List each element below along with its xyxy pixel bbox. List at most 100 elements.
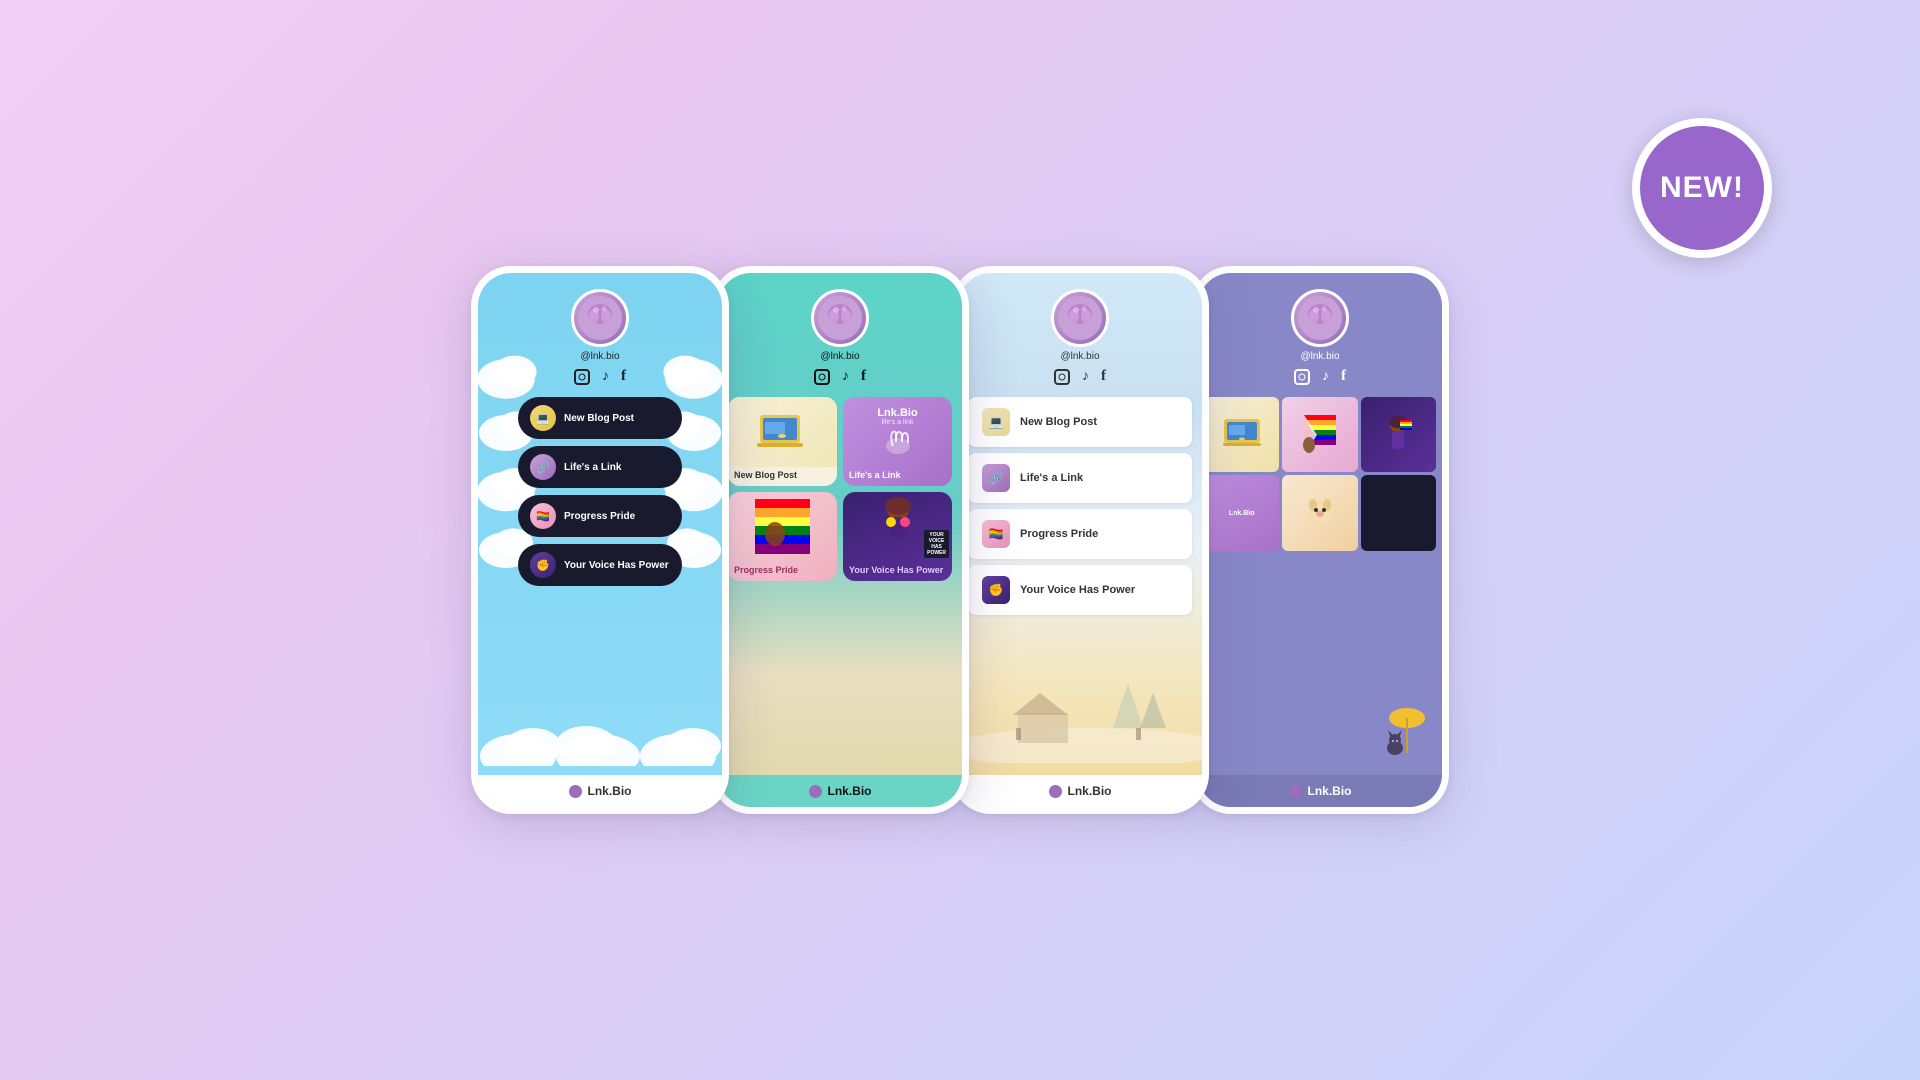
phone-1-wrapper: @lnk.bio ♪ f 💻 New Blog (471, 266, 729, 814)
phone-2-inner: @lnk.bio ♪ f (718, 273, 962, 807)
phone-2-avatar-row: @lnk.bio ♪ f (811, 289, 869, 385)
dog-icon (1302, 495, 1338, 531)
cat-umbrella-icon (1377, 698, 1432, 758)
grid-item-pride-label: Progress Pride (728, 562, 837, 581)
list-label-lifeslink: Life's a Link (1020, 472, 1083, 484)
blog-laptop-icon (755, 410, 810, 455)
link-btn-label-4: Your Voice Has Power (564, 560, 669, 571)
facebook-icon-1[interactable]: f (621, 368, 626, 385)
voice-sign: YOURVOICEHASPOWER (924, 530, 949, 558)
phone-4-inner: @lnk.bio ♪ f (1198, 273, 1442, 807)
list-icon-blog: 💻 (982, 408, 1010, 436)
phone-3-avatar-row: @lnk.bio ♪ f (1051, 289, 1109, 385)
page-background: NEW! (0, 0, 1920, 1080)
pride-flag-icon (755, 499, 810, 554)
woman-icon (873, 497, 923, 557)
link-btn-label-2: Life's a Link (564, 462, 621, 473)
footer-dot-4 (1289, 785, 1302, 798)
list-label-blog: New Blog Post (1020, 416, 1097, 428)
phone-3-inner: @lnk.bio ♪ f 💻 New Blog (958, 273, 1202, 807)
phone-4-footer-label: Lnk.Bio (1308, 784, 1352, 798)
gallery-item-5[interactable] (1282, 475, 1357, 550)
phone-1-link-buttons: 💻 New Blog Post 🔗 Life's a Link 🏳️‍🌈 Pro… (518, 397, 682, 586)
phone-2-socials: ♪ f (814, 368, 866, 385)
avatar-brain-icon-2 (816, 294, 864, 342)
phone-4-gallery: Lnk.Bio (1204, 397, 1436, 551)
tiktok-icon-1[interactable]: ♪ (602, 369, 609, 385)
grid-item-pride-img (728, 492, 837, 562)
list-item-lifeslink[interactable]: 🔗 Life's a Link (968, 453, 1192, 503)
link-btn-2[interactable]: 🔗 Life's a Link (518, 446, 682, 488)
gallery-item-4[interactable]: Lnk.Bio (1204, 475, 1279, 550)
phone-3-footer-label: Lnk.Bio (1068, 784, 1112, 798)
phone-2-frame: @lnk.bio ♪ f (711, 266, 969, 814)
phone-2-wrapper: @lnk.bio ♪ f (711, 266, 969, 814)
grid-item-pride[interactable]: Progress Pride (728, 492, 837, 581)
instagram-icon-4[interactable] (1294, 369, 1310, 385)
tiktok-icon-2[interactable]: ♪ (842, 369, 849, 385)
rainbow-hand-icon (1299, 415, 1341, 455)
avatar-brain-icon-1 (576, 294, 624, 342)
grid-item-lnkbio-img: Lnk.Bio life's a link (843, 397, 952, 467)
footer-dot-2 (809, 785, 822, 798)
phone-4-footer: Lnk.Bio (1198, 775, 1442, 807)
new-badge: NEW! (1632, 118, 1772, 258)
grid-item-woman-label: Your Voice Has Power (843, 562, 952, 581)
gallery-lnkbio-title: Lnk.Bio (1229, 510, 1255, 517)
gallery-item-2[interactable] (1282, 397, 1357, 472)
grid-item-woman-img: YOURVOICEHASPOWER (843, 492, 952, 562)
phone-3-socials: ♪ f (1054, 368, 1106, 385)
grid-item-lnkbio[interactable]: Lnk.Bio life's a link (843, 397, 952, 486)
grid-item-woman[interactable]: YOURVOICEHASPOWER Your Voice Has Power (843, 492, 952, 581)
phone-3-frame: @lnk.bio ♪ f 💻 New Blog (951, 266, 1209, 814)
link-btn-icon-3: 🏳️‍🌈 (530, 503, 556, 529)
footer-dot-3 (1049, 785, 1062, 798)
link-btn-label-3: Progress Pride (564, 511, 635, 522)
list-item-blog[interactable]: 💻 New Blog Post (968, 397, 1192, 447)
lnkbio-card-sub: life's a link (881, 419, 913, 426)
gallery-item-3[interactable] (1361, 397, 1436, 472)
gallery-item-6[interactable] (1361, 475, 1436, 550)
phone-4-socials: ♪ f (1294, 368, 1346, 385)
link-btn-4[interactable]: ✊ Your Voice Has Power (518, 544, 682, 586)
link-btn-icon-2: 🔗 (530, 454, 556, 480)
cloud-bottom-decor (478, 706, 722, 771)
gallery-item-1[interactable] (1204, 397, 1279, 472)
list-label-voice: Your Voice Has Power (1020, 584, 1135, 596)
link-btn-icon-4: ✊ (530, 552, 556, 578)
instagram-icon-3[interactable] (1054, 369, 1070, 385)
phone-1-footer-label: Lnk.Bio (588, 784, 632, 798)
list-label-pride: Progress Pride (1020, 528, 1098, 540)
link-btn-1[interactable]: 💻 New Blog Post (518, 397, 682, 439)
phone-2-footer-label: Lnk.Bio (828, 784, 872, 798)
list-icon-lifeslink: 🔗 (982, 464, 1010, 492)
list-item-voice[interactable]: ✊ Your Voice Has Power (968, 565, 1192, 615)
tiktok-icon-3[interactable]: ♪ (1082, 369, 1089, 385)
list-item-pride[interactable]: 🏳️‍🌈 Progress Pride (968, 509, 1192, 559)
link-btn-label-1: New Blog Post (564, 413, 634, 424)
phone-3-wrapper: @lnk.bio ♪ f 💻 New Blog (951, 266, 1209, 814)
tiktok-icon-4[interactable]: ♪ (1322, 369, 1329, 385)
instagram-icon-1[interactable] (574, 369, 590, 385)
gallery-blog-icon (1222, 417, 1262, 452)
list-icon-voice: ✊ (982, 576, 1010, 604)
link-btn-icon-1: 💻 (530, 405, 556, 431)
instagram-icon-2[interactable] (814, 369, 830, 385)
avatar-brain-icon-3 (1056, 294, 1104, 342)
phone-3-avatar (1051, 289, 1109, 347)
phone-1-footer: Lnk.Bio (478, 775, 722, 807)
woman-flag-icon (1380, 415, 1416, 455)
phone-2-footer: Lnk.Bio (718, 775, 962, 807)
phones-container: @lnk.bio ♪ f 💻 New Blog (471, 266, 1449, 814)
link-btn-3[interactable]: 🏳️‍🌈 Progress Pride (518, 495, 682, 537)
list-icon-pride: 🏳️‍🌈 (982, 520, 1010, 548)
winter-scene-svg (958, 643, 1202, 763)
facebook-icon-3[interactable]: f (1101, 368, 1106, 385)
facebook-icon-4[interactable]: f (1341, 368, 1346, 385)
phone-3-username: @lnk.bio (1060, 351, 1099, 362)
facebook-icon-2[interactable]: f (861, 368, 866, 385)
phone-4-avatar-row: @lnk.bio ♪ f (1291, 289, 1349, 385)
phone-4-username: @lnk.bio (1300, 351, 1339, 362)
grid-item-blog[interactable]: New Blog Post (728, 397, 837, 486)
phone-1-inner: @lnk.bio ♪ f 💻 New Blog (478, 273, 722, 807)
